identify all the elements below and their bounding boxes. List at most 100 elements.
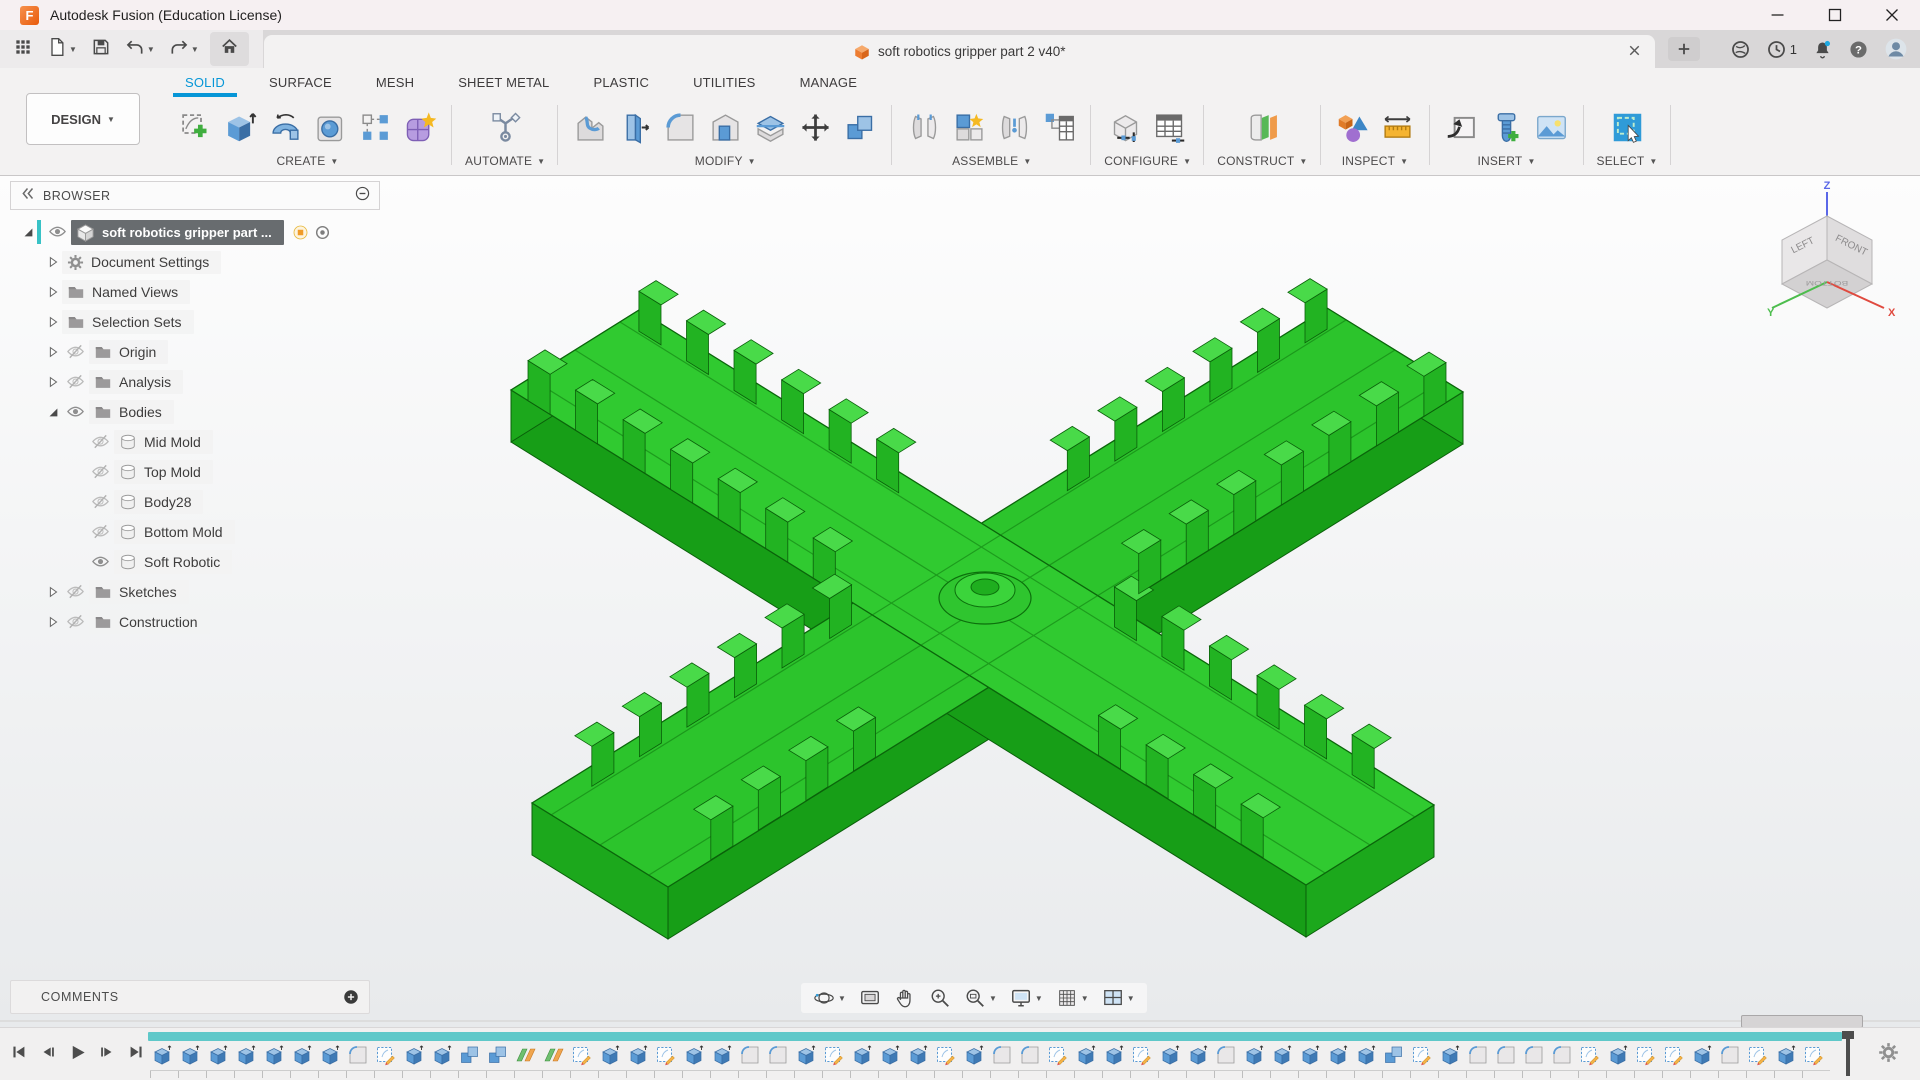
- create-form-button[interactable]: [401, 107, 439, 149]
- go-to-start-button[interactable]: [10, 1043, 28, 1062]
- ribbon-tab-surface[interactable]: SURFACE: [247, 68, 354, 97]
- home-button[interactable]: [210, 32, 249, 66]
- analysis-button[interactable]: [1334, 107, 1372, 149]
- workspace-selector[interactable]: DESIGN▼: [26, 93, 140, 145]
- expand-arrow-icon[interactable]: [43, 375, 62, 389]
- timeline-feature-sketch-9[interactable]: [375, 1044, 397, 1066]
- timeline-feature-extrude-3[interactable]: [207, 1044, 229, 1066]
- timeline-scrollbar[interactable]: [148, 1032, 1842, 1041]
- timeline-feature-fillet-32[interactable]: [1019, 1044, 1041, 1066]
- timeline-feature-extrude-42[interactable]: [1299, 1044, 1321, 1066]
- collapse-arrow-icon[interactable]: [43, 405, 62, 419]
- expand-arrow-icon[interactable]: [43, 615, 62, 629]
- timeline-feature-combine-13[interactable]: [487, 1044, 509, 1066]
- timeline-feature-sketch-60[interactable]: [1803, 1044, 1825, 1066]
- fillet-button[interactable]: [661, 107, 699, 149]
- tree-row-soft-robotic[interactable]: Soft Robotic: [10, 547, 380, 577]
- ribbon-tab-plastic[interactable]: PLASTIC: [571, 68, 671, 97]
- viewports-button[interactable]: ▼: [1102, 987, 1135, 1009]
- tree-item[interactable]: Mid Mold: [114, 430, 213, 454]
- timeline-feature-extrude-43[interactable]: [1327, 1044, 1349, 1066]
- visibility-off-icon[interactable]: [87, 523, 114, 542]
- offset-face-button[interactable]: [616, 107, 654, 149]
- ribbon-tab-solid[interactable]: SOLID: [163, 68, 247, 97]
- tree-item[interactable]: Document Settings: [62, 251, 221, 274]
- fit-button[interactable]: ▼: [964, 987, 997, 1009]
- display-settings-button[interactable]: ▼: [1010, 987, 1043, 1009]
- tree-item[interactable]: soft robotics gripper part ...: [71, 220, 284, 245]
- tree-row-mid-mold[interactable]: Mid Mold: [10, 427, 380, 457]
- activate-radio-icon[interactable]: [315, 225, 330, 240]
- timeline-feature-fillet-48[interactable]: [1467, 1044, 1489, 1066]
- construct-menu-label[interactable]: CONSTRUCT▼: [1217, 154, 1307, 168]
- chevron-down-icon[interactable]: ▼: [191, 45, 199, 54]
- timeline-feature-extrude-28[interactable]: [907, 1044, 929, 1066]
- document-tab[interactable]: soft robotics gripper part 2 v40*: [264, 35, 1655, 68]
- tree-row-body28[interactable]: Body28: [10, 487, 380, 517]
- timeline-feature-combine-45[interactable]: [1383, 1044, 1405, 1066]
- timeline-feature-extrude-10[interactable]: [403, 1044, 425, 1066]
- job-status-button[interactable]: 1: [1766, 39, 1797, 60]
- assemble-menu-label[interactable]: ASSEMBLE▼: [952, 154, 1031, 168]
- timeline-feature-sketch-33[interactable]: [1047, 1044, 1069, 1066]
- tree-item[interactable]: Analysis: [89, 370, 183, 394]
- timeline-feature-extrude-47[interactable]: [1439, 1044, 1461, 1066]
- ribbon-tab-manage[interactable]: MANAGE: [778, 68, 880, 97]
- as-built-joint-button[interactable]: [995, 107, 1033, 149]
- tree-item[interactable]: Soft Robotic: [114, 550, 232, 574]
- combine-button[interactable]: [841, 107, 879, 149]
- step-back-button[interactable]: [39, 1043, 57, 1062]
- tree-item[interactable]: Selection Sets: [62, 310, 194, 334]
- step-forward-button[interactable]: [98, 1043, 116, 1062]
- move-copy-button[interactable]: [796, 107, 834, 149]
- collapse-arrow-icon[interactable]: [18, 225, 37, 239]
- tree-row-selection-sets[interactable]: Selection Sets: [10, 307, 380, 337]
- timeline-feature-sketch-29[interactable]: [935, 1044, 957, 1066]
- timeline-feature-combine-12[interactable]: [459, 1044, 481, 1066]
- browser-minimize-icon[interactable]: [355, 186, 370, 206]
- visibility-off-icon[interactable]: [62, 343, 89, 362]
- motion-link-button[interactable]: [1040, 107, 1078, 149]
- timeline-feature-sketch-52[interactable]: [1579, 1044, 1601, 1066]
- rectangular-pattern-button[interactable]: [356, 107, 394, 149]
- visibility-off-icon[interactable]: [87, 493, 114, 512]
- tree-row-soft-robotics-gripper-part[interactable]: soft robotics gripper part ...: [10, 217, 380, 247]
- timeline-feature-extrude-18[interactable]: [627, 1044, 649, 1066]
- tree-row-analysis[interactable]: Analysis: [10, 367, 380, 397]
- tree-item[interactable]: Named Views: [62, 280, 190, 304]
- scrollbar-track[interactable]: [0, 1020, 1920, 1022]
- expand-arrow-icon[interactable]: [43, 285, 62, 299]
- comments-bar[interactable]: COMMENTS: [10, 980, 370, 1014]
- timeline-feature-extrude-53[interactable]: [1607, 1044, 1629, 1066]
- tree-row-named-views[interactable]: Named Views: [10, 277, 380, 307]
- timeline-feature-extrude-40[interactable]: [1243, 1044, 1265, 1066]
- pan-button[interactable]: [894, 987, 916, 1009]
- tree-row-sketches[interactable]: Sketches: [10, 577, 380, 607]
- timeline-feature-fillet-57[interactable]: [1719, 1044, 1741, 1066]
- timeline-feature-sketch-54[interactable]: [1635, 1044, 1657, 1066]
- split-body-button[interactable]: [751, 107, 789, 149]
- timeline-feature-fillet-50[interactable]: [1523, 1044, 1545, 1066]
- timeline-feature-sketch-25[interactable]: [823, 1044, 845, 1066]
- tree-item[interactable]: Sketches: [89, 580, 189, 604]
- go-to-end-button[interactable]: [127, 1043, 145, 1062]
- close-document-icon[interactable]: [1626, 42, 1643, 59]
- play-button[interactable]: [68, 1043, 87, 1062]
- chevron-down-icon[interactable]: ▼: [69, 45, 77, 54]
- timeline-feature-sketch-19[interactable]: [655, 1044, 677, 1066]
- timeline-feature-sketch-46[interactable]: [1411, 1044, 1433, 1066]
- file-menu-button[interactable]: ▼: [44, 35, 80, 64]
- timeline-feature-extrude-27[interactable]: [879, 1044, 901, 1066]
- new-component-button[interactable]: [905, 107, 943, 149]
- timeline-feature-fillet-8[interactable]: [347, 1044, 369, 1066]
- timeline-feature-extrude-44[interactable]: [1355, 1044, 1377, 1066]
- timeline-feature-extrude-30[interactable]: [963, 1044, 985, 1066]
- timeline-marker[interactable]: [1842, 1031, 1854, 1076]
- look-at-button[interactable]: [859, 987, 881, 1009]
- timeline-feature-sketch-55[interactable]: [1663, 1044, 1685, 1066]
- timeline-feature-fillet-31[interactable]: [991, 1044, 1013, 1066]
- tree-item[interactable]: Body28: [114, 490, 203, 514]
- tree-row-origin[interactable]: Origin: [10, 337, 380, 367]
- joint-button[interactable]: [950, 107, 988, 149]
- timeline-feature-extrude-4[interactable]: [235, 1044, 257, 1066]
